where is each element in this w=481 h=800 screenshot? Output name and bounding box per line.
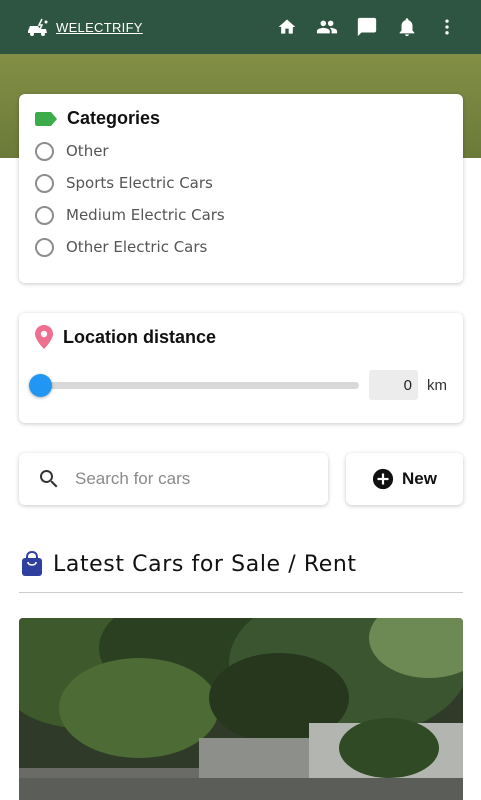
top-app-bar: WELECTRIFY xyxy=(0,0,481,54)
messages-button[interactable] xyxy=(347,7,387,47)
car-listing-photo[interactable] xyxy=(19,618,463,800)
categories-card: Categories Other Sports Electric Cars Me… xyxy=(19,94,463,283)
new-button-label: New xyxy=(402,469,437,488)
notifications-button[interactable] xyxy=(387,7,427,47)
distance-unit: km xyxy=(427,376,447,394)
search-box[interactable] xyxy=(19,453,328,505)
categories-title: Categories xyxy=(67,108,161,128)
radio-button[interactable] xyxy=(35,141,54,161)
new-listing-button[interactable]: New xyxy=(346,453,463,505)
category-option-other[interactable]: Other xyxy=(35,135,447,167)
distance-slider[interactable] xyxy=(29,373,360,397)
radio-button[interactable] xyxy=(35,237,54,257)
search-icon xyxy=(40,470,58,488)
location-pin-icon xyxy=(35,325,53,349)
search-input[interactable] xyxy=(75,469,295,489)
radio-button[interactable] xyxy=(35,173,54,193)
chat-icon xyxy=(357,17,377,37)
more-vertical-icon xyxy=(445,19,449,35)
location-distance-card: Location distance 0 km xyxy=(19,313,463,423)
category-option-sports-electric-cars[interactable]: Sports Electric Cars xyxy=(35,167,447,199)
listing-photo xyxy=(19,618,463,800)
label-tag-icon xyxy=(35,111,57,126)
category-option-label: Other xyxy=(66,142,109,160)
radio-button[interactable] xyxy=(35,205,54,225)
distance-value-field[interactable]: 0 xyxy=(369,370,418,400)
section-title: Latest Cars for Sale / Rent xyxy=(53,551,357,577)
category-option-label: Other Electric Cars xyxy=(66,238,208,256)
shopping-bag-icon xyxy=(22,551,42,576)
more-options-button[interactable] xyxy=(427,7,467,47)
category-option-medium-electric-cars[interactable]: Medium Electric Cars xyxy=(35,199,447,231)
people-button[interactable] xyxy=(307,7,347,47)
electric-car-logo-icon xyxy=(28,18,48,36)
divider xyxy=(19,592,463,593)
latest-cars-header: Latest Cars for Sale / Rent xyxy=(21,551,463,577)
bell-icon xyxy=(399,18,415,37)
category-option-label: Sports Electric Cars xyxy=(66,174,213,192)
home-icon xyxy=(278,19,296,34)
category-option-label: Medium Electric Cars xyxy=(66,206,225,224)
location-distance-title: Location distance xyxy=(63,326,217,347)
home-button[interactable] xyxy=(267,7,307,47)
category-option-other-electric-cars[interactable]: Other Electric Cars xyxy=(35,231,447,263)
slider-thumb[interactable] xyxy=(29,373,52,397)
add-circle-icon xyxy=(372,468,394,490)
brand-name: WELECTRIFY xyxy=(56,19,143,35)
brand[interactable]: WELECTRIFY xyxy=(26,17,143,37)
people-icon xyxy=(316,20,338,34)
